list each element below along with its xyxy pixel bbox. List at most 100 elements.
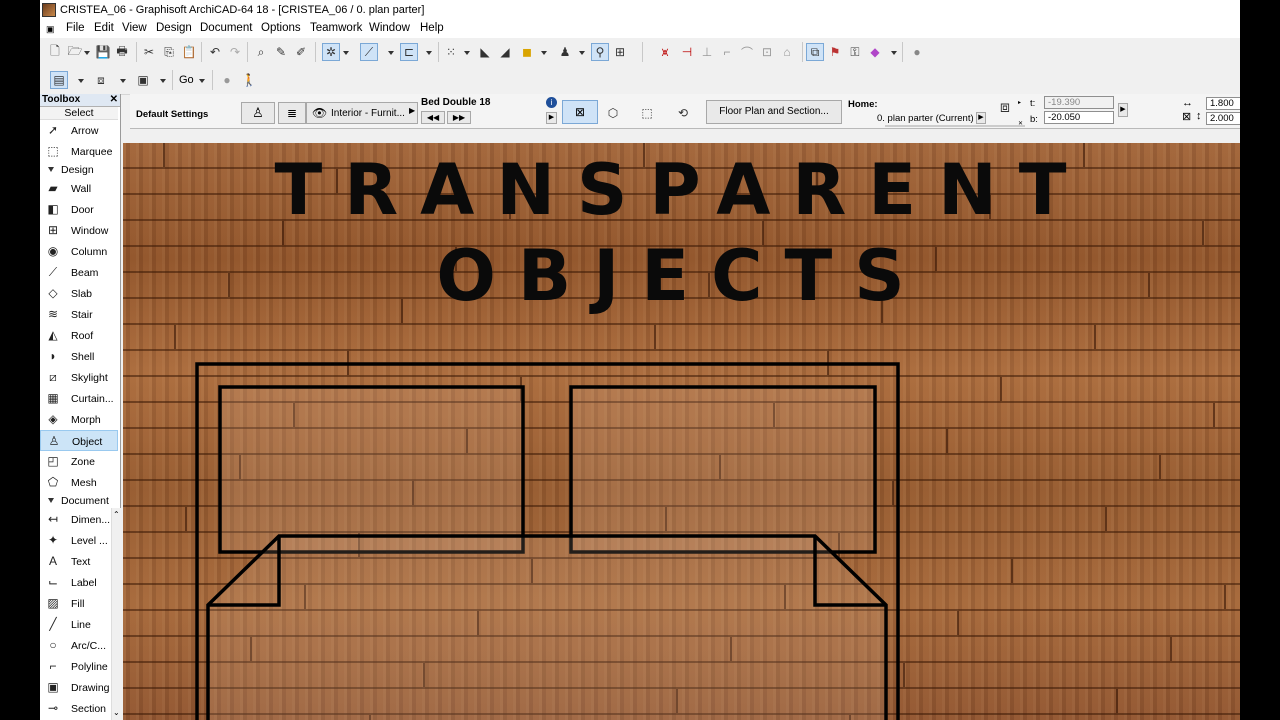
tool-column[interactable]: ◉ Column — [40, 241, 118, 262]
open-folder-icon[interactable]: 🗁 — [66, 43, 84, 61]
paste-icon[interactable]: 📋 — [180, 43, 198, 61]
expand-arrow-icon[interactable]: ▶ — [546, 112, 557, 124]
floor-plan-view-icon[interactable]: ▤ — [50, 71, 68, 89]
guide-dropdown-icon[interactable] — [388, 51, 394, 55]
tool-text[interactable]: A Text — [40, 551, 118, 572]
tool-shell[interactable]: ◗ Shell — [40, 346, 118, 367]
rotated-method-icon[interactable]: ⬡ — [604, 104, 622, 122]
shape-icon[interactable]: ◣ — [476, 43, 494, 61]
tool-zone[interactable]: ◰ Zone — [40, 451, 118, 472]
toolbox-scrollbar[interactable]: ⌃ ⌄ — [111, 508, 121, 720]
menu-teamwork[interactable]: Teamwork — [310, 22, 362, 34]
story-dropdown-icon[interactable]: ▶ — [976, 112, 986, 124]
tool-marquee[interactable]: ⬚ Marquee — [40, 141, 118, 162]
bed-outline[interactable] — [123, 143, 1240, 720]
scroll-up-icon[interactable]: ⌃ — [113, 510, 120, 519]
orbit-icon[interactable]: ● — [218, 71, 236, 89]
suspend-group-icon[interactable]: ⚑ — [826, 43, 844, 61]
eyedropper-icon[interactable]: ✎ — [272, 43, 290, 61]
snap-dropdown-icon[interactable] — [426, 51, 432, 55]
grid-dropdown-icon[interactable] — [464, 51, 470, 55]
tool-label[interactable]: ⌙ Label — [40, 572, 118, 593]
pen-icon[interactable]: ♟ — [556, 43, 574, 61]
help-bubble-icon[interactable]: ● — [908, 43, 926, 61]
intersect-icon[interactable]: ⊥ — [698, 43, 716, 61]
pillow-left[interactable] — [218, 385, 525, 554]
tool-window[interactable]: ⊞ Window — [40, 220, 118, 241]
pillow-right[interactable] — [569, 385, 877, 554]
undo-icon[interactable]: ↶ — [206, 43, 224, 61]
snap-icon[interactable]: ⊏ — [400, 43, 418, 61]
magic-wand-dropdown-icon[interactable] — [343, 51, 349, 55]
split-icon[interactable]: ⩙ — [656, 43, 674, 61]
tool-arc[interactable]: ○ Arc/C... — [40, 635, 118, 656]
tool-mesh[interactable]: ⬠ Mesh — [40, 472, 118, 493]
copy-icon[interactable]: ⎘ — [160, 43, 178, 61]
tool-arrow[interactable]: ➚ Arrow — [40, 120, 118, 141]
measure-icon[interactable]: ⊞ — [611, 43, 629, 61]
tool-wall[interactable]: ▰ Wall — [40, 178, 118, 199]
layer-icon[interactable]: ≣ — [278, 102, 306, 124]
syringe-icon[interactable]: ✐ — [292, 43, 310, 61]
width-field[interactable]: 1.800 — [1206, 97, 1240, 110]
height-field[interactable]: 2.000 — [1206, 112, 1240, 125]
menu-edit[interactable]: Edit — [94, 22, 114, 34]
menu-design[interactable]: Design — [156, 22, 192, 34]
info-icon[interactable]: i — [546, 97, 557, 108]
tool-fill[interactable]: ▨ Fill — [40, 593, 118, 614]
tool-roof[interactable]: ◭ Roof — [40, 325, 118, 346]
menu-view[interactable]: View — [122, 22, 147, 34]
tool-level-dimension[interactable]: ✦ Level ... — [40, 530, 118, 551]
magic-wand-icon[interactable]: ✲ — [322, 43, 340, 61]
floor-plan-canvas[interactable]: TRANSPARENT OBJECTS — [123, 143, 1240, 720]
new-file-icon[interactable]: 🗋 — [46, 43, 64, 61]
layout-dropdown-icon[interactable] — [160, 79, 166, 83]
offset-icon[interactable]: ⊡ — [758, 43, 776, 61]
open-dropdown-icon[interactable] — [84, 51, 90, 55]
3d-view-icon[interactable]: ⧈ — [92, 71, 110, 89]
tool-section[interactable]: ⊸ Section — [40, 698, 118, 719]
menu-help[interactable]: Help — [420, 22, 444, 34]
layers-dropdown-icon[interactable] — [541, 51, 547, 55]
pen-dropdown-icon[interactable] — [579, 51, 585, 55]
previous-object-icon[interactable]: ◀◀ — [421, 111, 445, 124]
go-dropdown-icon[interactable] — [199, 79, 205, 83]
tool-slab[interactable]: ◇ Slab — [40, 283, 118, 304]
view-dropdown-icon[interactable] — [78, 79, 84, 83]
blanket[interactable] — [206, 534, 888, 720]
layout-icon[interactable]: ▣ — [134, 71, 152, 89]
object-settings-button[interactable]: ♙ — [241, 102, 275, 124]
layers-icon[interactable]: ◼ — [518, 43, 536, 61]
arc-edit-icon[interactable]: ⌒ — [738, 43, 756, 61]
find-select-icon[interactable]: ⌕ — [252, 43, 270, 61]
tool-dimension[interactable]: ↤ Dimen... — [40, 509, 118, 530]
tool-skylight[interactable]: ⧄ Skylight — [40, 367, 118, 388]
adjust-icon[interactable]: ⊣ — [678, 43, 696, 61]
tool-beam[interactable]: ⟋ Beam — [40, 262, 118, 283]
tool-polyline[interactable]: ⌐ Polyline — [40, 656, 118, 677]
walk-icon[interactable]: 🚶 — [240, 71, 258, 89]
bottom-elevation-field[interactable]: -20.050 — [1044, 111, 1114, 124]
section-document[interactable]: Document — [40, 494, 118, 508]
tool-curtain-wall[interactable]: ▦ Curtain... — [40, 388, 118, 409]
renovation-icon[interactable]: ◆ — [866, 43, 884, 61]
grid-snap-icon[interactable]: ⁙ — [442, 43, 460, 61]
scroll-down-icon[interactable]: ⌄ — [113, 708, 120, 717]
section-design[interactable]: Design — [40, 163, 118, 177]
layer-selector[interactable]: 👁 Interior - Furnit... ▶ — [306, 102, 418, 124]
anchor-icon[interactable]: ⟲ — [674, 104, 692, 122]
toolbox-close-icon[interactable]: ✕ — [110, 94, 118, 105]
pointer-tool-icon[interactable]: ◢ — [496, 43, 514, 61]
next-object-icon[interactable]: ▶▶ — [447, 111, 471, 124]
tool-drawing[interactable]: ▣ Drawing — [40, 677, 118, 698]
tool-door[interactable]: ◧ Door — [40, 199, 118, 220]
redo-icon[interactable]: ↷ — [226, 43, 244, 61]
renovation-dropdown-icon[interactable] — [891, 51, 897, 55]
roof-edit-icon[interactable]: ⌂ — [778, 43, 796, 61]
3d-dropdown-icon[interactable] — [120, 79, 126, 83]
save-icon[interactable]: 💾 — [94, 43, 112, 61]
elevation-expand-icon[interactable]: ▶ — [1118, 103, 1128, 117]
tool-stair[interactable]: ≋ Stair — [40, 304, 118, 325]
guide-line-icon[interactable]: ⟋ — [360, 43, 378, 61]
go-button[interactable]: Go — [179, 74, 194, 86]
